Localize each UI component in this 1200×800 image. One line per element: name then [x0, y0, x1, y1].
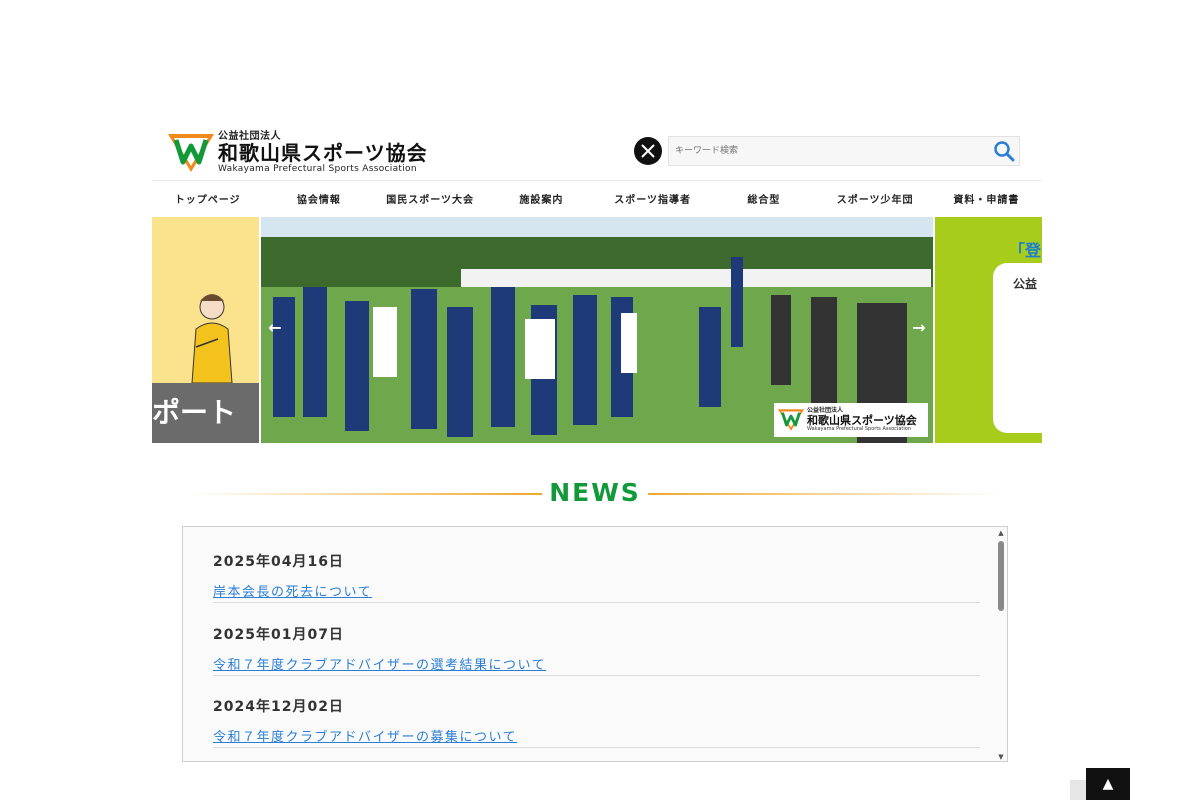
photo-logo-badge: 公益社団法人 和歌山県スポーツ協会 Wakayama Prefectural S…	[774, 403, 928, 437]
nav-item-facilities[interactable]: 施設案内	[486, 181, 597, 216]
logo-mark-icon	[168, 132, 214, 174]
search-icon[interactable]	[993, 140, 1015, 162]
nav-item-national-games[interactable]: 国民スポーツ大会	[375, 181, 486, 216]
news-divider-right	[648, 493, 1000, 495]
scroll-thumb[interactable]	[998, 541, 1004, 611]
news-scrollbar[interactable]: ▲ ▼	[997, 529, 1005, 761]
news-link[interactable]: 岸本会長の死去について	[213, 581, 372, 600]
news-list[interactable]: 2025年04月16日 岸本会長の死去について 2025年01月07日 令和７年…	[182, 526, 1008, 762]
page: 公益社団法人 和歌山県スポーツ協会 Wakayama Prefectural S…	[0, 0, 1200, 800]
slide-next-preview[interactable]: 「登 公益	[935, 217, 1042, 443]
x-twitter-icon[interactable]	[634, 137, 662, 165]
nav-item-youth-club[interactable]: スポーツ少年団	[820, 181, 931, 216]
slide-next-card: 公益	[993, 263, 1042, 433]
badge-title: 和歌山県スポーツ協会	[807, 414, 917, 427]
nav-item-instructors[interactable]: スポーツ指導者	[597, 181, 708, 216]
news-link[interactable]: 令和７年度クラブアドバイザーの募集について	[213, 726, 517, 745]
slider-next-arrow-icon[interactable]: →	[909, 317, 929, 337]
slide-label-bg: ポート	[152, 383, 259, 443]
search-box	[668, 136, 1020, 166]
search-input[interactable]	[669, 137, 989, 165]
news-date: 2024年12月02日	[213, 699, 344, 715]
news-date: 2025年01月07日	[213, 627, 344, 643]
nav-item-documents[interactable]: 資料・申請書	[931, 181, 1042, 216]
slide-photo[interactable]: ← → 公益社団法人 和歌山県スポーツ協会 Wakayama Prefectur…	[261, 217, 933, 443]
news-date: 2025年04月16日	[213, 554, 344, 570]
news-heading: NEWS	[180, 476, 1010, 512]
slide-next-text: 公益	[1013, 277, 1038, 291]
global-nav: トップページ 協会情報 国民スポーツ大会 施設案内 スポーツ指導者 総合型 スポ…	[152, 180, 1042, 216]
nav-item-top[interactable]: トップページ	[152, 181, 263, 216]
scroll-up-icon[interactable]: ▲	[997, 529, 1005, 537]
slide-next-heading: 「登	[1009, 241, 1042, 260]
slide-label-text: ポート	[152, 396, 237, 429]
scroll-down-icon[interactable]: ▼	[997, 753, 1005, 761]
nav-item-comprehensive[interactable]: 総合型	[708, 181, 819, 216]
news-item: 2024年12月02日 令和７年度クラブアドバイザーの募集について	[213, 676, 980, 748]
logo-english: Wakayama Prefectural Sports Association	[218, 164, 417, 174]
hero-slider: ポート ← → 公益社団法人 和歌山県スポーツ協会 Wakayama Prefe…	[152, 217, 1042, 443]
site-header: 公益社団法人 和歌山県スポーツ協会 Wakayama Prefectural S…	[152, 128, 1042, 180]
slide-prev-preview[interactable]: ポート	[152, 217, 259, 443]
page-top-button[interactable]: ▲	[1086, 768, 1130, 800]
news-item: 2025年04月16日 岸本会長の死去について	[213, 531, 980, 603]
illustration-woman-icon	[191, 294, 233, 384]
site-logo[interactable]: 公益社団法人 和歌山県スポーツ協会 Wakayama Prefectural S…	[168, 132, 428, 174]
badge-english: Wakayama Prefectural Sports Association	[807, 426, 911, 432]
badge-logo-icon	[778, 409, 804, 431]
logo-title: 和歌山県スポーツ協会	[218, 141, 428, 165]
slider-prev-arrow-icon[interactable]: ←	[265, 317, 285, 337]
news-link[interactable]: 令和７年度クラブアドバイザーの選考結果について	[213, 654, 546, 673]
nav-item-association[interactable]: 協会情報	[263, 181, 374, 216]
news-item: 2025年01月07日 令和７年度クラブアドバイザーの選考結果について	[213, 604, 980, 676]
